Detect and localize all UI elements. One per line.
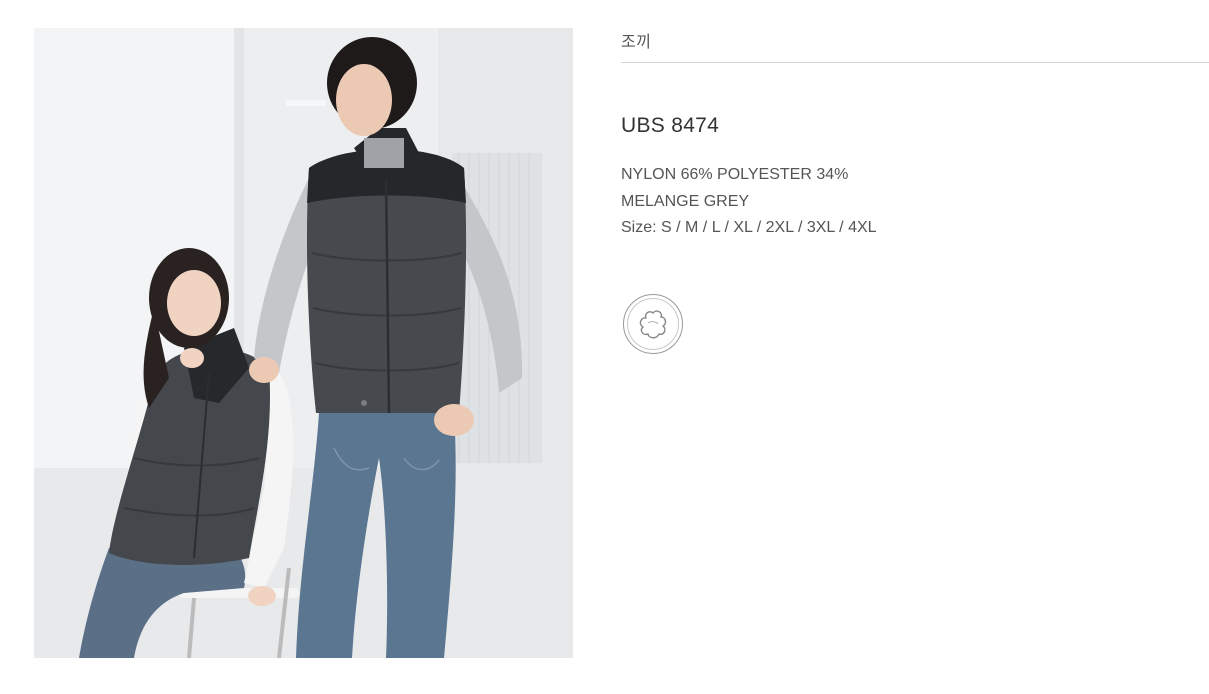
product-code: UBS 8474 (621, 114, 720, 137)
material-text: NYLON 66% POLYESTER 34% (621, 166, 849, 183)
product-photo (34, 28, 573, 658)
product-detail-page: 조끼 UBS 8474 NYLON 66% POLYESTER 34% MELA… (0, 0, 1209, 694)
color-text: MELANGE GREY (621, 192, 750, 210)
size-text: Size: S / M / L / XL / 2XL / 3XL / 4XL (621, 219, 877, 236)
category-label: 조끼 (621, 34, 652, 51)
divider (621, 62, 1209, 63)
product-specs: NYLON 66% POLYESTER 34% MELANGE GREY Siz… (621, 162, 877, 242)
cotton-icon (623, 294, 683, 354)
